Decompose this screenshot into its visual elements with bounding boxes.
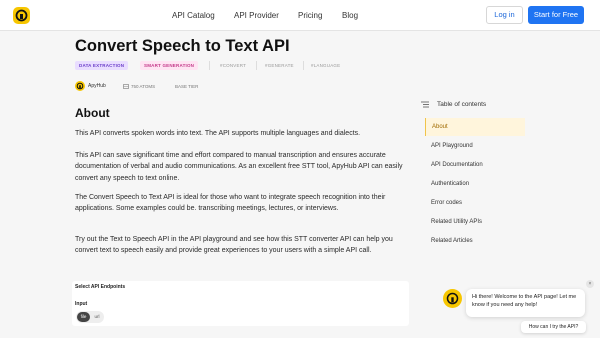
chat-suggestion-button[interactable]: How can I try the API? [521,321,586,333]
endpoint-selector-title: Select API Endpoints [75,284,126,290]
atoms-icon [123,84,129,89]
hashtag-language[interactable]: #LANGUAGE [311,61,340,70]
divider [303,61,304,70]
chat-close-icon[interactable]: × [586,280,594,288]
login-button[interactable]: Log in [486,6,523,24]
nav-blog[interactable]: Blog [342,0,358,31]
toc-item-about[interactable]: About [425,118,525,136]
input-label: Input [75,301,88,307]
hashtag-generate[interactable]: #GENERATE [265,61,294,70]
tier-label: BASE TIER [175,84,199,89]
provider-name[interactable]: ApyHub [88,81,106,92]
toc-item-authentication[interactable]: Authentication [425,175,525,193]
start-for-free-button[interactable]: Start for Free [528,6,584,24]
nav-api-provider[interactable]: API Provider [234,0,279,31]
apyhub-logo[interactable] [13,7,30,24]
chat-bot-icon [446,292,459,305]
toc-item-error-codes[interactable]: Error codes [425,194,525,212]
divider [209,61,210,70]
toc-item-related-utility-apis[interactable]: Related Utility APIs [425,213,525,231]
nav-api-catalog[interactable]: API Catalog [172,0,215,31]
atoms-count: 750 ATOMS [131,84,156,89]
table-of-contents-icon [421,101,429,108]
page-title: Convert Speech to Text API [75,37,290,55]
chat-bot-avatar[interactable] [443,289,462,308]
chat-message-text: Hi there! Welcome to the API page! Let m… [472,294,577,308]
hashtag-convert[interactable]: #CONVERT [220,61,246,70]
about-paragraph: The Convert Speech to Text API is ideal … [75,194,386,213]
input-option-url[interactable]: url [91,312,103,322]
nav-pricing[interactable]: Pricing [298,0,322,31]
provider-avatar [75,81,85,91]
input-option-file[interactable]: file [77,312,90,322]
top-navbar: API Catalog API Provider Pricing Blog Lo… [0,0,600,31]
toc-item-related-articles[interactable]: Related Articles [425,232,525,250]
about-paragraph: Try out the Text to Speech API in the AP… [75,236,393,255]
about-paragraph: This API can save significant time and e… [75,152,403,182]
toc-item-api-playground[interactable]: API Playground [425,137,525,155]
divider [256,61,257,70]
provider-logo-icon [76,82,84,90]
logo-mark-icon [15,9,28,22]
page: API Catalog API Provider Pricing Blog Lo… [0,0,600,338]
about-paragraph: This API converts spoken words into text… [75,130,361,137]
about-heading: About [75,106,110,120]
tag-smart-generation[interactable]: SMART GENERATION [140,61,199,70]
toc-title: Table of contents [437,101,487,108]
toc-item-api-documentation[interactable]: API Documentation [425,156,525,174]
tag-data-extraction[interactable]: DATA EXTRACTION [75,61,129,70]
